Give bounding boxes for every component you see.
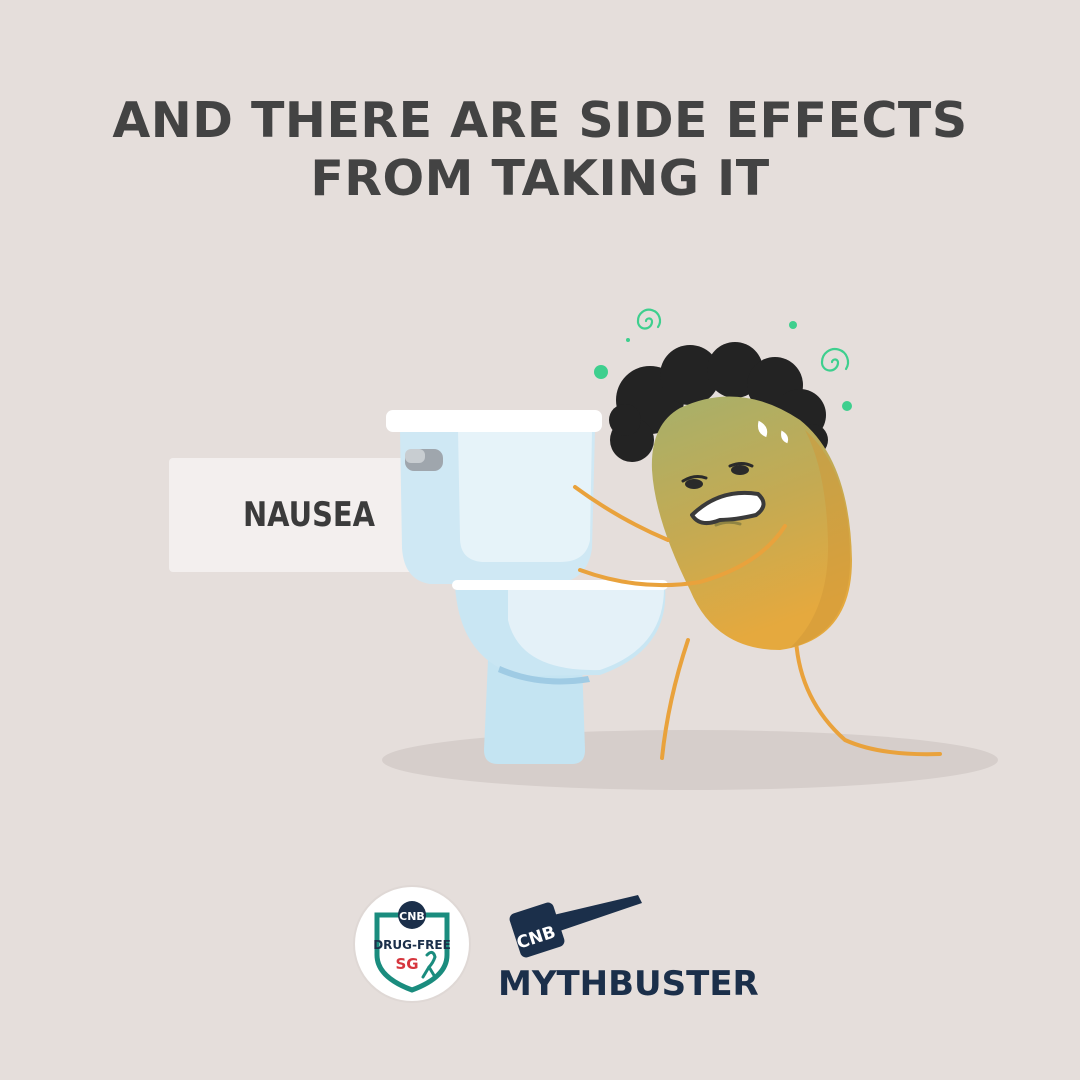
floor-shadow — [382, 730, 998, 790]
brand-logos: CNB DRUG-FREE SG CNB MYTHBUSTER — [353, 885, 759, 1004]
badge-sg-text: SG — [395, 955, 418, 973]
badge-org-text: CNB — [399, 910, 425, 923]
drug-free-sg-badge: CNB DRUG-FREE SG — [353, 885, 471, 1003]
svg-text:MYTHBUSTER: MYTHBUSTER — [498, 964, 759, 1004]
badge-drug-free-text: DRUG-FREE — [373, 938, 451, 952]
mythbuster-word-myth: MYTH — [498, 964, 608, 1004]
mythbuster-logo: CNB MYTHBUSTER — [498, 895, 759, 1004]
mythbuster-word-buster: BUSTER — [608, 964, 759, 1004]
nauseous-character — [573, 342, 942, 760]
toilet — [386, 410, 668, 764]
